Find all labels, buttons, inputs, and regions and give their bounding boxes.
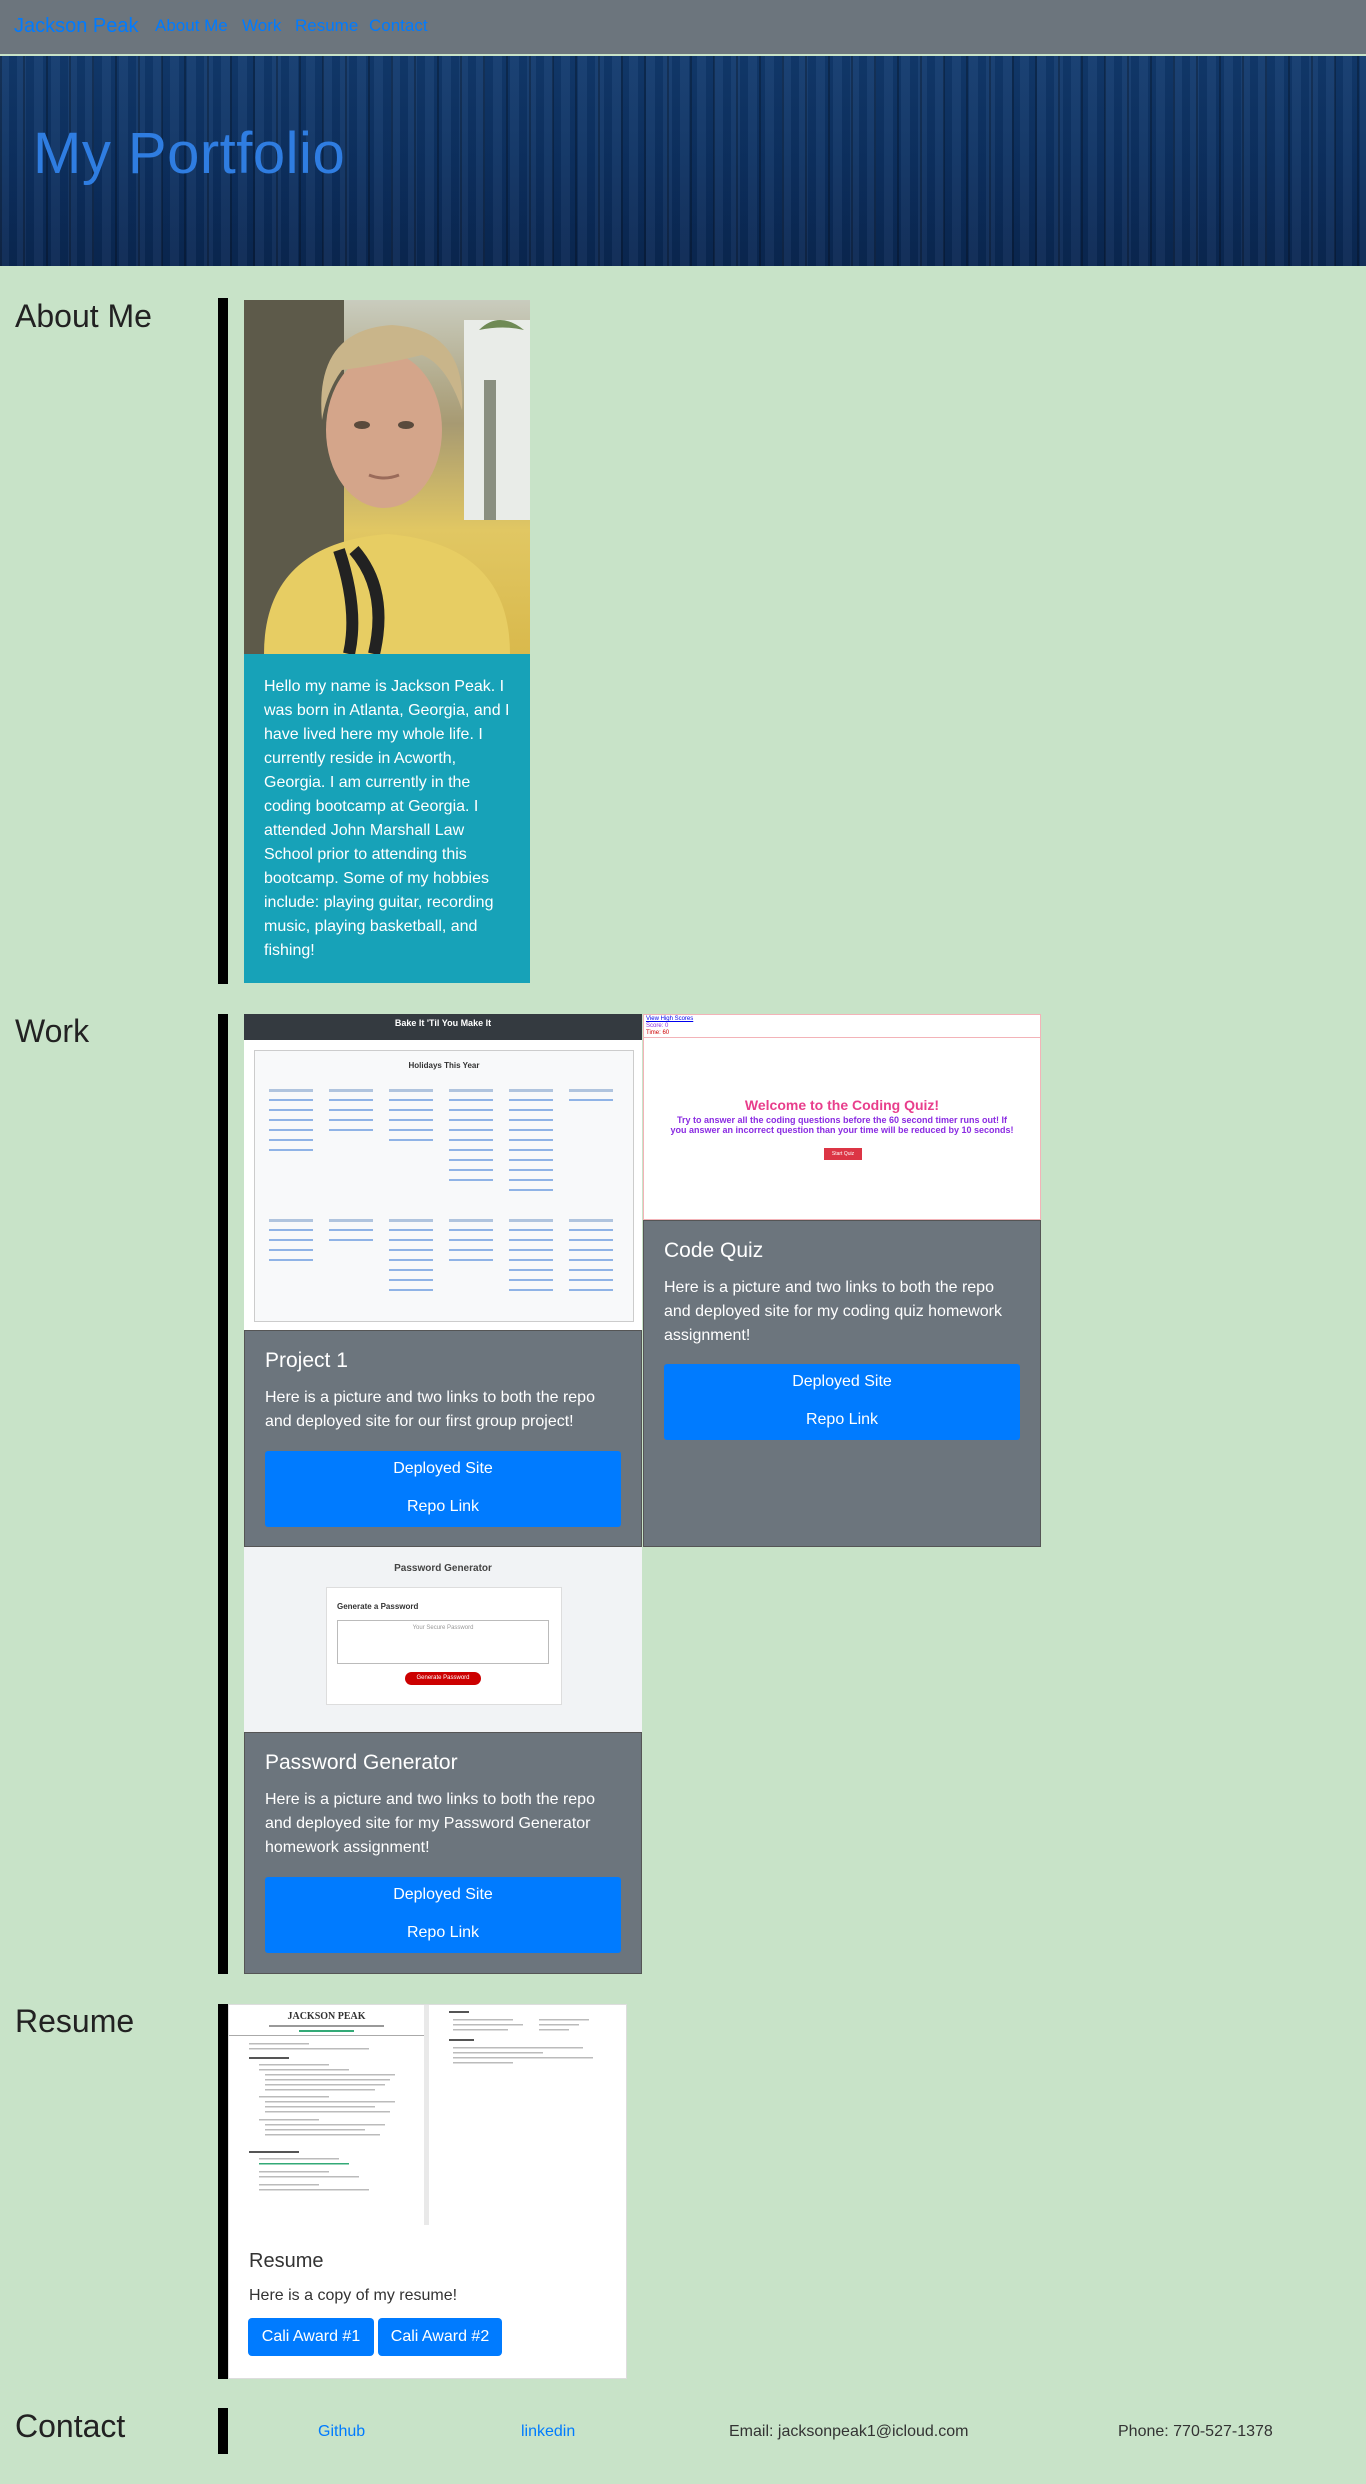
code-quiz-rule <box>644 1037 1040 1038</box>
project1-calendar-title: Holidays This Year <box>408 1061 480 1070</box>
password-generator-card: Password Generator Here is a picture and… <box>244 1732 642 1974</box>
project1-deployed-link[interactable]: Deployed Site <box>265 1460 621 1478</box>
contact-phone: Phone: 770-527-1378 <box>1118 2423 1273 2440</box>
project1-calendar: Holidays This Year <box>254 1050 634 1322</box>
resume-page-2-lines <box>449 2011 593 2064</box>
project1-screenshot-title: Bake It 'Til You Make It <box>394 1018 492 1028</box>
password-generator-shot-button: Generate Password <box>405 1672 481 1685</box>
password-generator-shot-title: Password Generator <box>394 1563 492 1574</box>
about-bio-text: Hello my name is Jackson Peak. I was bor… <box>264 678 510 959</box>
code-quiz-start-button: Start Quiz <box>824 1148 862 1160</box>
nav-link-work[interactable]: Work <box>242 16 281 36</box>
hero-banner: My Portfolio <box>0 56 1366 266</box>
code-quiz-highscores-link: View High Scores <box>646 1016 694 1022</box>
project1-screenshot: Bake It 'Til You Make It Holidays This Y… <box>244 1014 642 1330</box>
code-quiz-repo-link[interactable]: Repo Link <box>664 1411 1020 1429</box>
cali-award-1-button[interactable]: Cali Award #1 <box>248 2318 374 2356</box>
project1-repo-link[interactable]: Repo Link <box>265 1498 621 1516</box>
password-generator-screenshot: Password Generator Generate a Password Y… <box>244 1547 642 1732</box>
resume-page-1-lines <box>229 2025 424 2191</box>
resume-heading: Resume <box>15 2003 135 2039</box>
project1-title: Project 1 <box>265 1349 348 1372</box>
nav-link-contact[interactable]: Contact <box>369 16 428 36</box>
password-generator-button-group: Deployed Site Repo Link <box>265 1877 621 1953</box>
project1-calendar-grid <box>269 1089 613 1291</box>
code-quiz-deployed-link[interactable]: Deployed Site <box>664 1373 1020 1391</box>
work-heading: Work <box>15 1013 90 1049</box>
code-quiz-button-group: Deployed Site Repo Link <box>664 1364 1020 1440</box>
code-quiz-time: Time: 60 <box>646 1030 670 1036</box>
navbar: Jackson Peak About Me Work Resume Contac… <box>0 0 1366 54</box>
password-generator-shot-placeholder: Your Secure Password <box>412 1625 474 1631</box>
password-generator-text: Here is a picture and two links to both … <box>265 1791 595 1856</box>
project1-screenshot-header: Bake It 'Til You Make It <box>244 1014 642 1040</box>
password-generator-title: Password Generator <box>265 1751 458 1774</box>
password-generator-deployed-link[interactable]: Deployed Site <box>265 1886 621 1904</box>
about-divider <box>218 298 228 984</box>
contact-divider <box>218 2408 228 2454</box>
code-quiz-heading: Welcome to the Coding Quiz! <box>744 1097 940 1113</box>
project1-button-group: Deployed Site Repo Link <box>265 1451 621 1527</box>
work-divider <box>218 1014 228 1974</box>
code-quiz-card: Code Quiz Here is a picture and two link… <box>643 1220 1041 1547</box>
nav-link-about[interactable]: About Me <box>155 16 228 36</box>
code-quiz-title: Code Quiz <box>664 1239 764 1262</box>
github-link[interactable]: Github <box>318 2423 365 2441</box>
hero-title: My Portfolio <box>33 121 346 186</box>
about-bio-card: Hello my name is Jackson Peak. I was bor… <box>244 654 530 983</box>
contact-heading: Contact <box>15 2408 126 2444</box>
code-quiz-text: Here is a picture and two links to both … <box>664 1279 1002 1344</box>
profile-photo-illustration <box>244 300 530 654</box>
resume-page-2 <box>429 2005 626 2225</box>
project1-text: Here is a picture and two links to both … <box>265 1389 595 1430</box>
resume-card-text: Here is a copy of my resume! <box>249 2287 458 2304</box>
navbar-brand[interactable]: Jackson Peak <box>14 15 139 38</box>
resume-divider <box>218 2004 228 2379</box>
password-generator-shot-subtitle: Generate a Password <box>337 1602 419 1611</box>
code-quiz-description: Try to answer all the coding questions b… <box>670 1115 1014 1135</box>
contact-email: Email: jacksonpeak1@icloud.com <box>729 2423 969 2440</box>
resume-preview: JACKSON PEAK <box>229 2005 626 2225</box>
about-heading: About Me <box>15 298 152 334</box>
password-generator-shot-card: Generate a Password Your Secure Password… <box>326 1587 562 1705</box>
profile-photo <box>244 300 530 654</box>
resume-page-1: JACKSON PEAK <box>229 2005 424 2225</box>
password-generator-shot-textarea: Your Secure Password <box>337 1620 549 1664</box>
linkedin-link[interactable]: linkedin <box>521 2423 575 2441</box>
code-quiz-screenshot: View High Scores Score: 0 Time: 60 Welco… <box>643 1014 1041 1220</box>
code-quiz-score: Score: 0 <box>646 1023 669 1029</box>
password-generator-repo-link[interactable]: Repo Link <box>265 1924 621 1942</box>
project1-card: Project 1 Here is a picture and two link… <box>244 1330 642 1547</box>
resume-card-title: Resume <box>249 2250 324 2272</box>
cali-award-2-button[interactable]: Cali Award #2 <box>378 2318 502 2356</box>
nav-link-resume[interactable]: Resume <box>295 16 358 36</box>
resume-doc-name: JACKSON PEAK <box>287 2011 366 2022</box>
